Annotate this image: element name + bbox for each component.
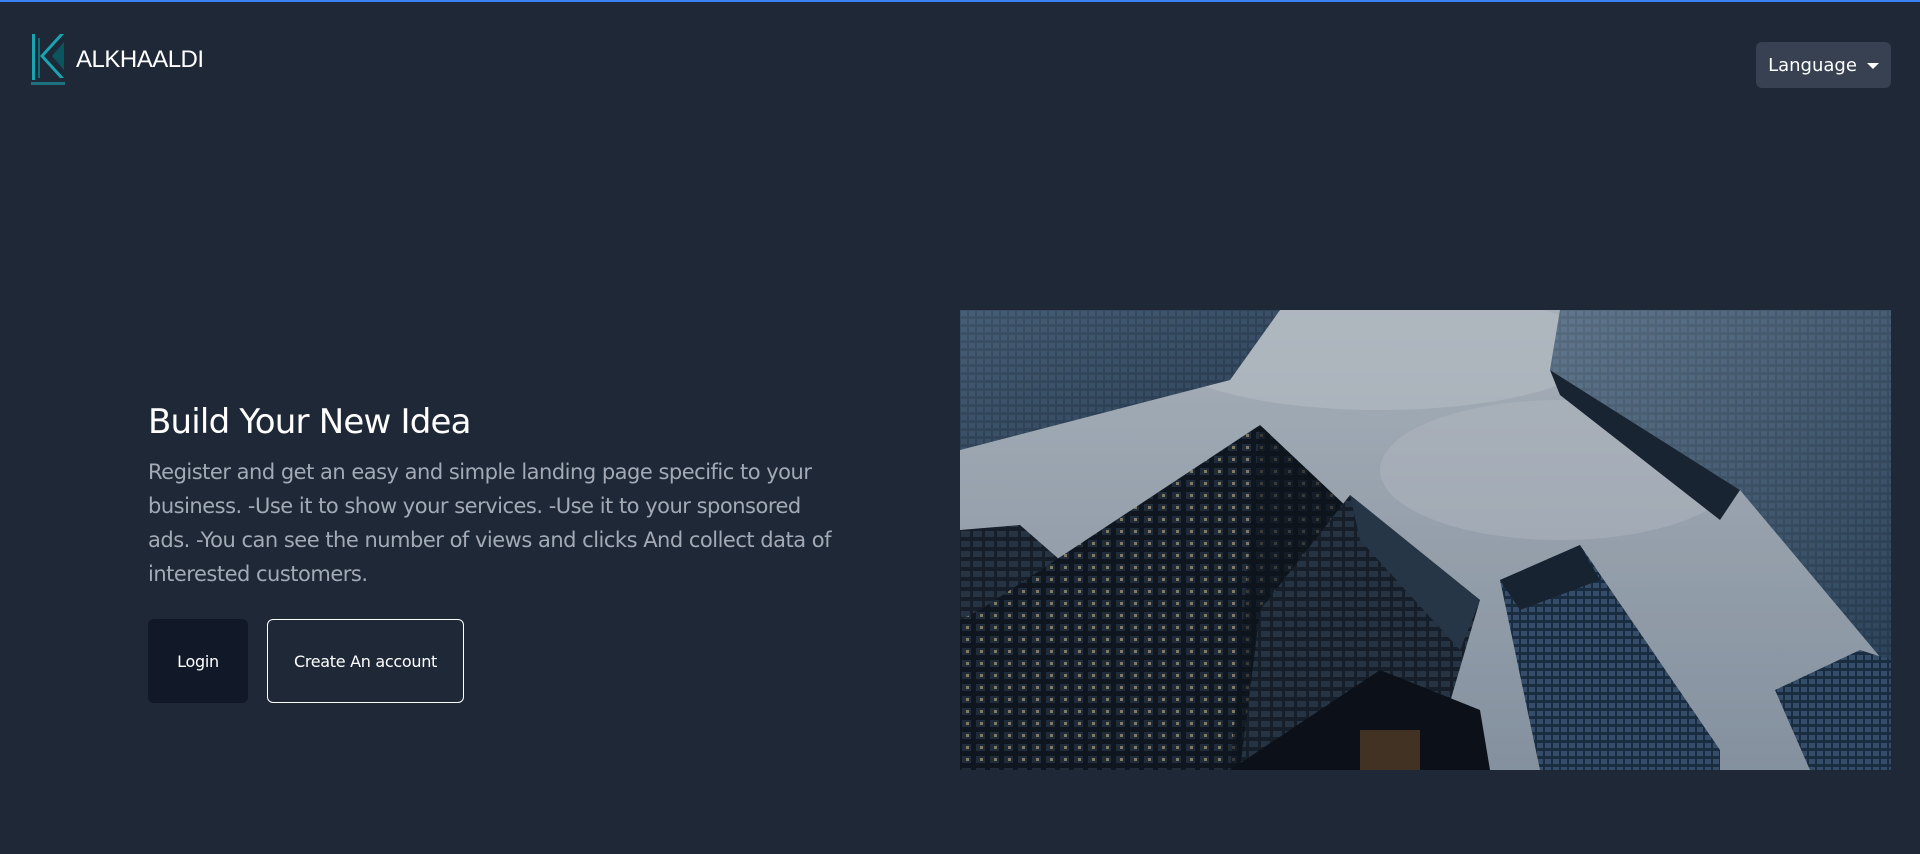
brand-logo-icon — [31, 34, 65, 85]
brand-link[interactable]: ALKHAALDI — [30, 32, 204, 88]
login-button[interactable]: Login — [148, 619, 248, 703]
chevron-down-icon — [1866, 63, 1879, 69]
hero-image — [960, 310, 1891, 770]
language-dropdown-button[interactable]: Language — [1756, 42, 1891, 88]
brand-name: ALKHAALDI — [76, 46, 204, 73]
language-button-label: Language — [1768, 54, 1857, 76]
hero-description: Register and get an easy and simple land… — [148, 460, 832, 586]
navbar: ALKHAALDI Language — [0, 2, 1920, 112]
skyscrapers-illustration — [960, 310, 1891, 770]
hero-title: Build Your New Idea — [148, 402, 471, 442]
create-account-button[interactable]: Create An account — [267, 619, 464, 703]
